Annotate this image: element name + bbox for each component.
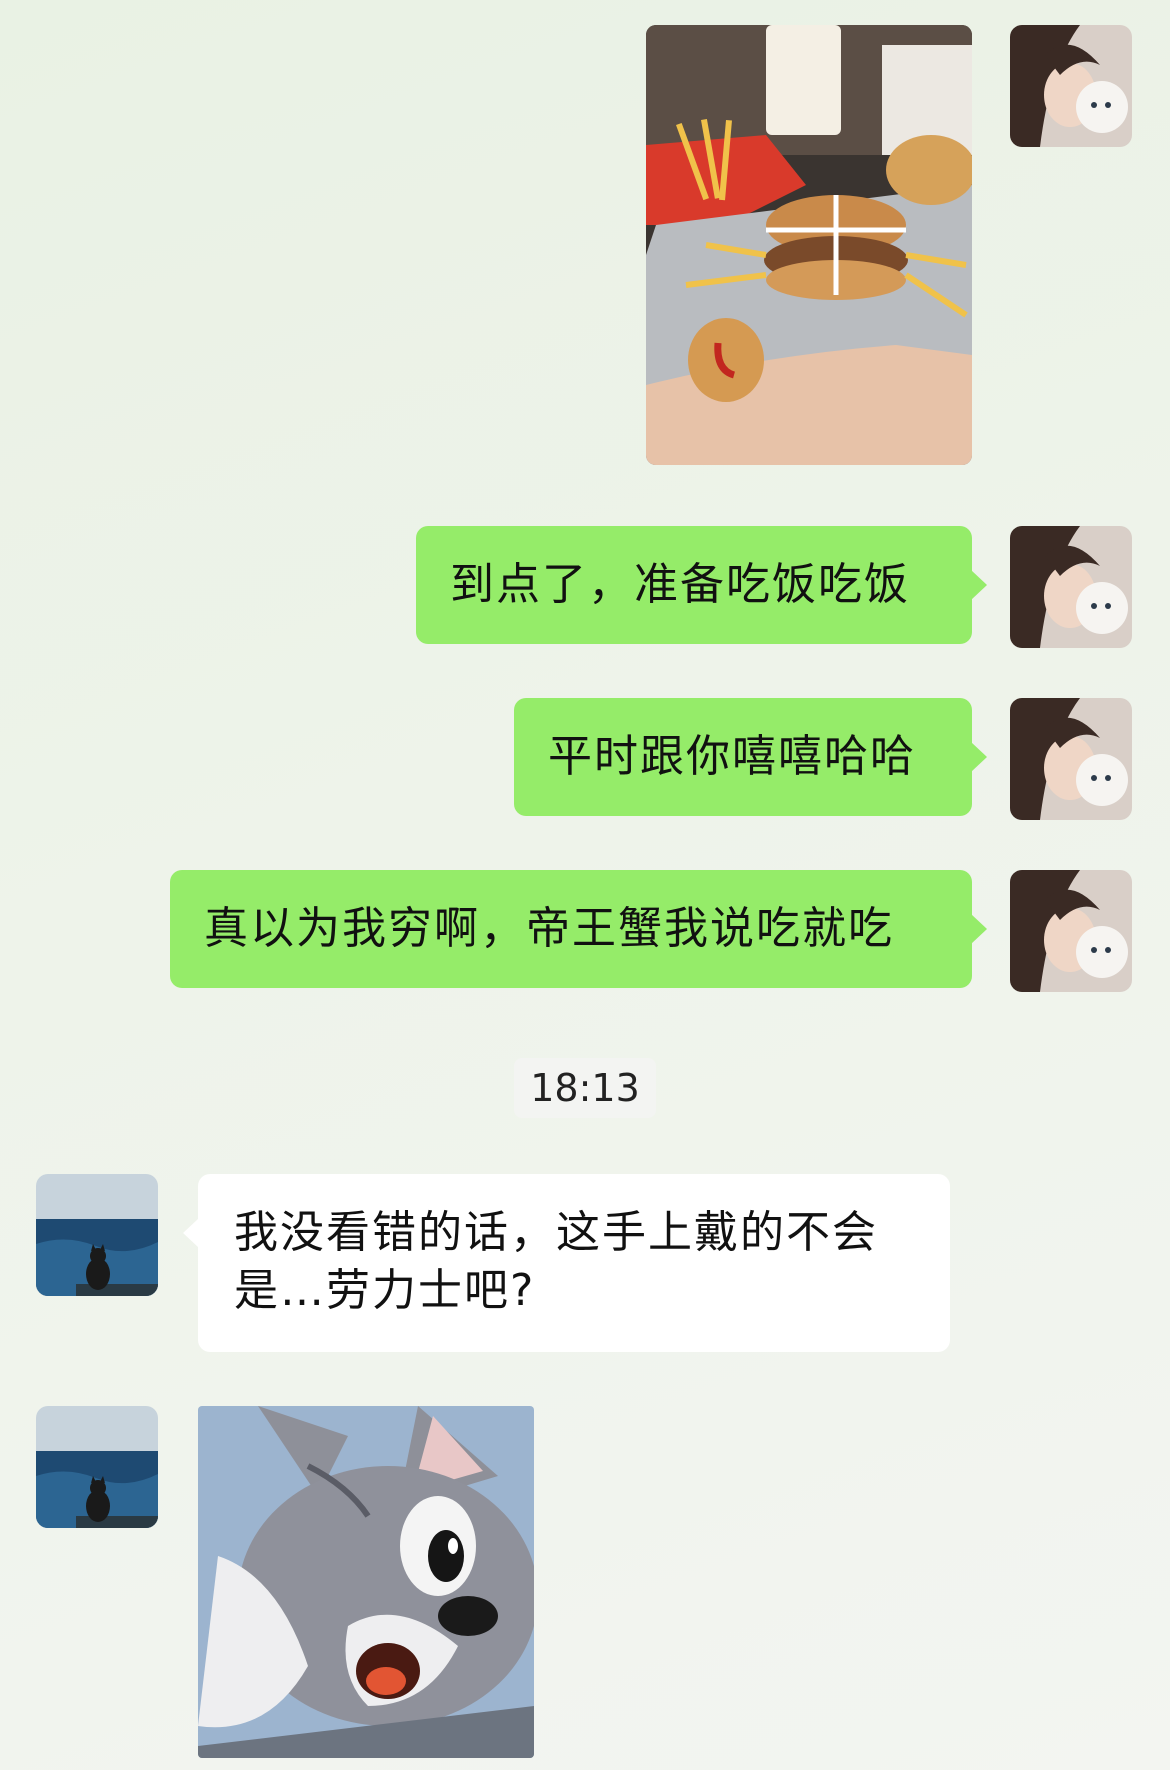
message-text: 到点了，准备吃饭吃饭 <box>450 559 910 610</box>
outgoing-message-bubble[interactable]: 到点了，准备吃饭吃饭 <box>416 526 987 644</box>
sticker-message[interactable] <box>198 1406 534 1758</box>
message-text: 平时跟你嘻嘻哈哈 <box>548 731 916 782</box>
cat-by-sea-icon <box>36 1174 158 1296</box>
message-text: 真以为我穷啊，帝王蟹我说吃就吃 <box>204 903 894 954</box>
woman-with-cat-icon <box>1010 25 1132 147</box>
food-photo-image <box>646 25 972 465</box>
my-avatar[interactable] <box>1010 526 1132 648</box>
woman-with-cat-icon <box>1010 526 1132 648</box>
tom-cat-shocked-sticker <box>198 1406 534 1758</box>
contact-avatar[interactable] <box>36 1174 158 1296</box>
my-avatar[interactable] <box>1010 25 1132 147</box>
food-photo-message[interactable] <box>646 25 972 465</box>
message-timestamp: 18:13 <box>514 1058 656 1118</box>
cat-by-sea-icon <box>36 1406 158 1528</box>
outgoing-message-bubble[interactable]: 真以为我穷啊，帝王蟹我说吃就吃 <box>170 870 987 988</box>
my-avatar[interactable] <box>1010 870 1132 992</box>
outgoing-message-bubble[interactable]: 平时跟你嘻嘻哈哈 <box>514 698 987 816</box>
my-avatar[interactable] <box>1010 698 1132 820</box>
message-text-line: 我没看错的话，这手上戴的不会 <box>234 1207 878 1258</box>
message-text-line: 是…劳力士吧? <box>234 1265 536 1316</box>
contact-avatar[interactable] <box>36 1406 158 1528</box>
woman-with-cat-icon <box>1010 698 1132 820</box>
woman-with-cat-icon <box>1010 870 1132 992</box>
incoming-message-bubble[interactable]: 我没看错的话，这手上戴的不会 是…劳力士吧? <box>183 1174 950 1352</box>
